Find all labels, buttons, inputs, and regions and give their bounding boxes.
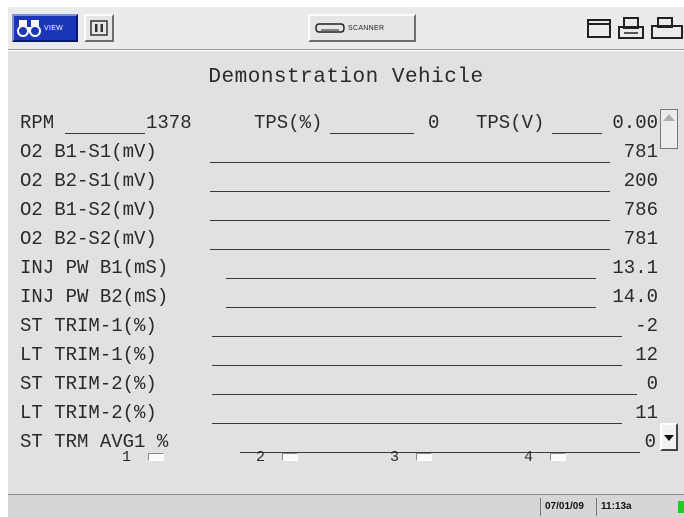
soft-key-4-indicator[interactable] <box>550 453 566 461</box>
leader-line <box>212 365 622 366</box>
scanner-button-label: SCANNER <box>348 25 385 32</box>
data-row[interactable]: O2 B2-S1(mV) 200 <box>20 167 658 194</box>
leader-line <box>210 249 610 250</box>
row-label: LT TRIM-1(%) <box>20 344 157 366</box>
row-value: 14.0 <box>612 286 658 308</box>
leader-line <box>65 133 145 134</box>
scanner-button[interactable]: SCANNER <box>308 14 416 42</box>
scroll-down-button[interactable] <box>660 423 678 451</box>
data-row[interactable]: O2 B2-S2(mV) 781 <box>20 225 658 252</box>
row-label: ST TRM AVG1 % <box>20 431 169 453</box>
row-value: 13.1 <box>612 257 658 279</box>
data-row[interactable]: O2 B1-S1(mV) 781 <box>20 138 658 165</box>
window-icon[interactable] <box>584 16 614 41</box>
leader-line <box>226 307 596 308</box>
toolbar: VIEW SCANNER <box>8 6 684 50</box>
row-label: ST TRIM-1(%) <box>20 315 157 337</box>
row-value: 12 <box>635 344 658 366</box>
row-label: INJ PW B1(mS) <box>20 257 169 279</box>
soft-key-2-indicator[interactable] <box>282 453 298 461</box>
leader-line <box>212 336 622 337</box>
row-label: O2 B2-S1(mV) <box>20 170 157 192</box>
row-label: LT TRIM-2(%) <box>20 402 157 424</box>
arrow-up-icon <box>663 114 675 121</box>
row-label: O2 B1-S2(mV) <box>20 199 157 221</box>
status-bar: 07/01/09 11:13a <box>8 494 684 517</box>
soft-key-3-indicator[interactable] <box>416 453 432 461</box>
binoculars-icon <box>17 20 41 37</box>
pause-button[interactable] <box>84 14 114 42</box>
row-value: 781 <box>623 228 658 250</box>
leader-line <box>212 423 622 424</box>
arrow-down-icon <box>664 435 674 441</box>
vehicle-title: Demonstration Vehicle <box>208 66 484 89</box>
soft-key-3-label: 3 <box>390 449 400 466</box>
leader-line <box>330 133 414 134</box>
leader-line <box>226 278 596 279</box>
soft-key-4-label: 4 <box>524 449 534 466</box>
data-row[interactable]: LT TRIM-2(%) 11 <box>20 399 658 426</box>
soft-key-1-indicator[interactable] <box>148 453 164 461</box>
row-label: O2 B1-S1(mV) <box>20 141 157 163</box>
leader-line <box>552 133 602 134</box>
data-row[interactable]: O2 B1-S2(mV) 786 <box>20 196 658 223</box>
tps-v-label: TPS(V) <box>476 112 545 134</box>
tps-pct-label: TPS(%) <box>254 112 323 134</box>
row-value: 781 <box>623 141 658 163</box>
view-button-label: VIEW <box>44 25 64 32</box>
data-row[interactable]: ST TRIM-1(%) -2 <box>20 312 658 339</box>
rpm-value: 1378 <box>146 112 192 134</box>
row-label: O2 B2-S2(mV) <box>20 228 157 250</box>
view-button[interactable]: VIEW <box>12 14 78 42</box>
row-label: INJ PW B2(mS) <box>20 286 169 308</box>
row-value: -2 <box>635 315 658 337</box>
data-panel: Demonstration Vehicle RPM 1378 TPS(%) 0 … <box>8 51 684 494</box>
row-value: 0 <box>644 431 656 453</box>
status-indicator <box>678 501 684 513</box>
tps-pct-value: 0 <box>428 112 440 134</box>
soft-key-1-label: 1 <box>122 449 132 466</box>
data-row[interactable]: INJ PW B2(mS) 14.0 <box>20 283 658 310</box>
data-row[interactable]: ST TRIM-2(%) 0 <box>20 370 658 397</box>
rpm-label: RPM <box>20 112 55 134</box>
leader-line <box>240 452 640 453</box>
data-row[interactable]: ST TRM AVG1 % 0 <box>20 428 656 455</box>
leader-line <box>210 162 610 163</box>
pause-icon <box>90 20 108 36</box>
row-value: 0 <box>646 373 658 395</box>
row-value: 11 <box>635 402 658 424</box>
tps-v-value: 0.00 <box>612 112 658 134</box>
row-value: 200 <box>623 170 658 192</box>
data-row[interactable]: INJ PW B1(mS) 13.1 <box>20 254 658 281</box>
scroll-up-button[interactable] <box>660 109 678 149</box>
scanner-screen: VIEW SCANNER Demonstration Vehicle RPM 1… <box>8 6 684 517</box>
row-label: ST TRIM-2(%) <box>20 373 157 395</box>
scanner-icon <box>315 23 345 33</box>
data-row-rpm-tps[interactable]: RPM 1378 TPS(%) 0 TPS(V) 0.00 <box>20 109 658 136</box>
row-value: 786 <box>623 199 658 221</box>
data-row[interactable]: LT TRIM-1(%) 12 <box>20 341 658 368</box>
printer-icon[interactable] <box>648 16 684 41</box>
leader-line <box>210 220 610 221</box>
leader-line <box>210 191 610 192</box>
print-icon[interactable] <box>616 16 646 41</box>
status-time: 11:13a <box>596 498 635 516</box>
status-date: 07/01/09 <box>540 498 587 516</box>
leader-line <box>212 394 637 395</box>
soft-key-2-label: 2 <box>256 449 266 466</box>
